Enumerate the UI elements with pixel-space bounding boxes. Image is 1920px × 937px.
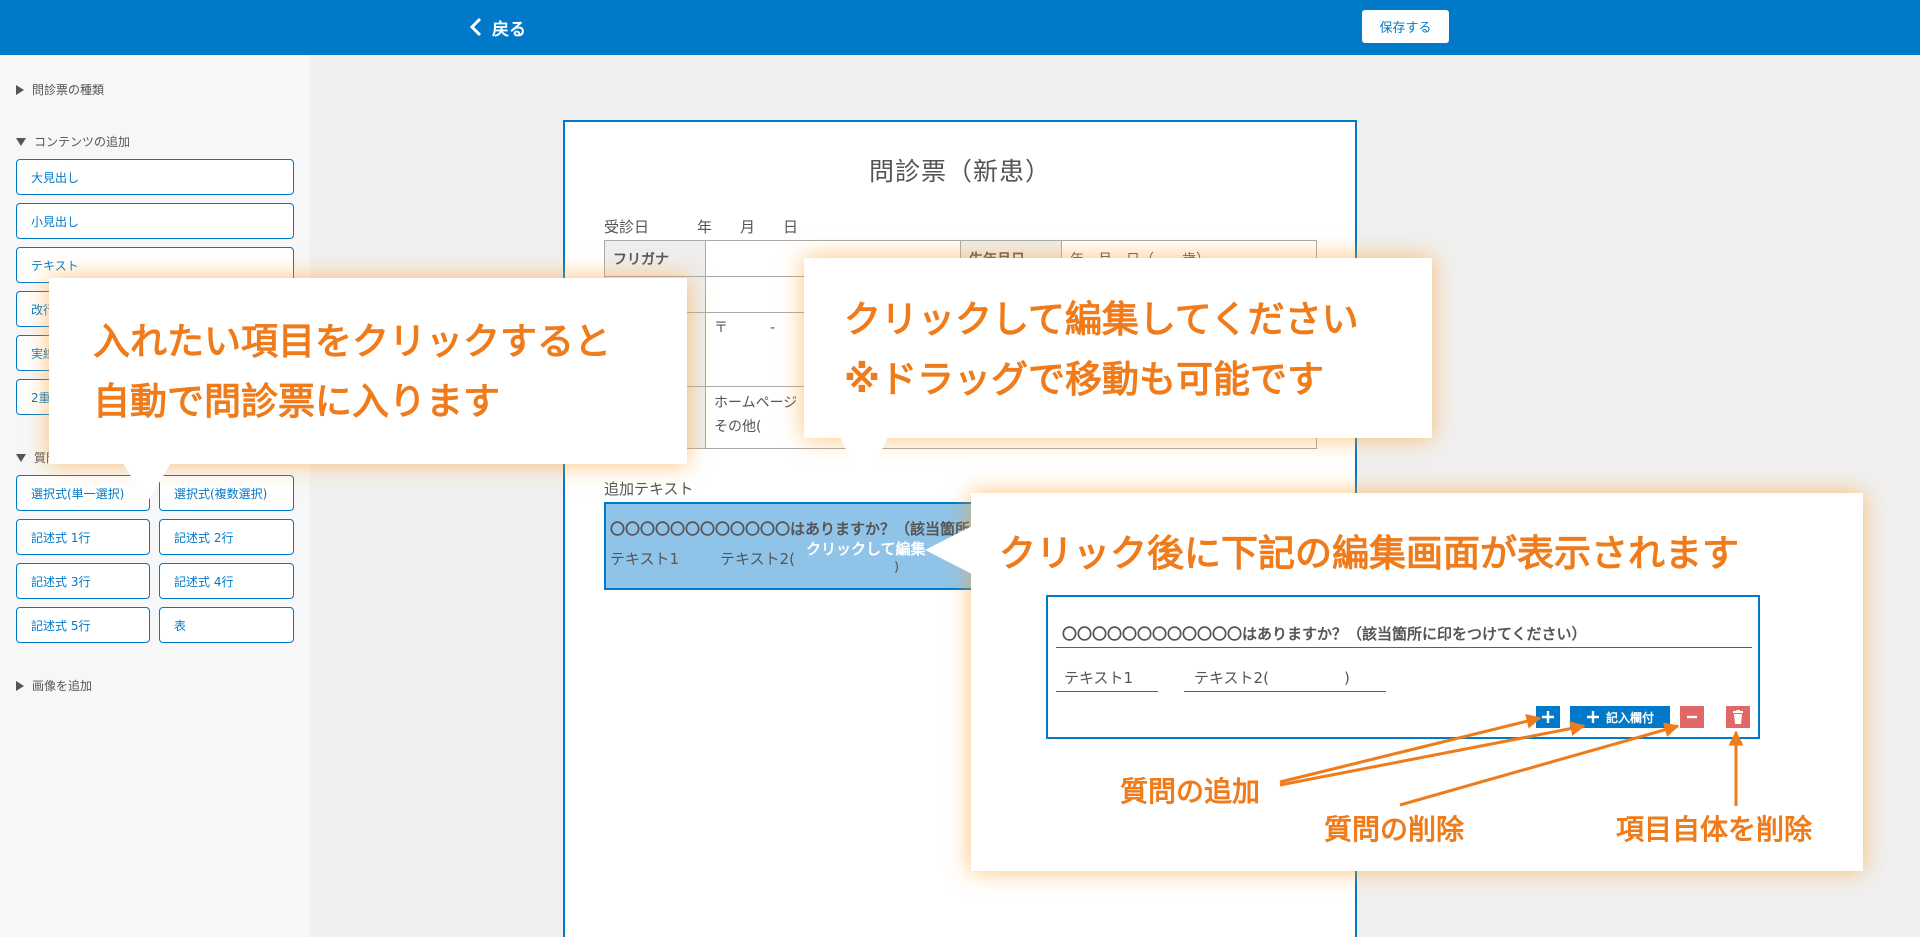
annotation-delete-item: 項目自体を削除 bbox=[1616, 813, 1813, 846]
edit-preview-panel: 〇〇〇〇〇〇〇〇〇〇〇〇はありますか？（該当箇所に印をつけてください） テキスト… bbox=[1046, 595, 1760, 739]
annotation-add-question: 質問の追加 bbox=[1120, 775, 1261, 808]
annotation-delete-question: 質問の削除 bbox=[1324, 813, 1465, 846]
callout-insert-items: 入れたい項目をクリックすると 自動で問診票に入ります bbox=[49, 278, 687, 464]
section-add-contents[interactable]: コンテンツの追加 bbox=[16, 133, 130, 150]
section-label: 問診票の種類 bbox=[32, 83, 105, 97]
minus-icon bbox=[1687, 715, 1697, 719]
triangle-right-icon bbox=[16, 680, 24, 691]
close-paren: ) bbox=[894, 560, 900, 575]
callout-line: 入れたい項目をクリックすると bbox=[93, 320, 611, 363]
triangle-right-icon bbox=[16, 84, 24, 95]
delete-item-button[interactable] bbox=[1726, 706, 1750, 728]
add-text-2-line-button[interactable]: 記述式 2行 bbox=[159, 519, 294, 555]
add-text-5-line-button[interactable]: 記述式 5行 bbox=[16, 607, 150, 643]
added-text-label[interactable]: 追加テキスト bbox=[604, 478, 694, 499]
callout-line: ※ドラッグで移動も可能です bbox=[844, 358, 1324, 401]
callout-tail bbox=[123, 463, 171, 503]
top-header: 戻る 保存する bbox=[0, 0, 1920, 55]
reception-label: 受診日 bbox=[604, 218, 650, 236]
drag-ghost-text: クリックして編集 bbox=[806, 540, 926, 558]
section-label: コンテンツの追加 bbox=[34, 135, 131, 149]
add-table-button[interactable]: 表 bbox=[159, 607, 294, 643]
callout-line: 自動で問診票に入ります bbox=[93, 380, 500, 423]
year-label: 年 bbox=[697, 218, 713, 236]
add-text-4-line-button[interactable]: 記述式 4行 bbox=[159, 563, 294, 599]
option-1: テキスト1 bbox=[610, 550, 680, 568]
add-text-3-line-button[interactable]: 記述式 3行 bbox=[16, 563, 150, 599]
callout-click-edit: クリックして編集してください ※ドラッグで移動も可能です bbox=[804, 258, 1432, 438]
preview-question-field[interactable]: 〇〇〇〇〇〇〇〇〇〇〇〇はありますか？（該当箇所に印をつけてください） bbox=[1056, 623, 1752, 648]
preview-option-2-field[interactable]: テキスト2( ) bbox=[1184, 667, 1386, 692]
section-add-image[interactable]: 画像を追加 bbox=[16, 677, 92, 694]
section-label: 画像を追加 bbox=[32, 679, 93, 693]
add-small-heading-button[interactable]: 小見出し bbox=[16, 203, 294, 239]
trash-icon bbox=[1733, 710, 1743, 724]
triangle-down-icon bbox=[16, 453, 26, 462]
add-multi-choice-button[interactable]: 選択式(複数選択) bbox=[159, 475, 294, 511]
callout-tail bbox=[925, 526, 972, 574]
furigana-cell: フリガナ bbox=[604, 240, 706, 277]
plus-icon bbox=[1586, 711, 1599, 723]
callout-line: クリックして編集してください bbox=[844, 298, 1359, 341]
add-question-button[interactable] bbox=[1536, 706, 1560, 728]
add-text-1-line-button[interactable]: 記述式 1行 bbox=[16, 519, 150, 555]
chevron-left-icon bbox=[470, 17, 482, 37]
form-title[interactable]: 問診票（新患） bbox=[565, 152, 1355, 188]
preview-option-1-field[interactable]: テキスト1 bbox=[1056, 667, 1158, 692]
reception-date-row[interactable]: 受診日 年 月 日 bbox=[604, 216, 826, 237]
save-button[interactable]: 保存する bbox=[1362, 10, 1449, 43]
triangle-down-icon bbox=[16, 137, 26, 146]
add-large-heading-button[interactable]: 大見出し bbox=[16, 159, 294, 195]
add-question-with-field-button[interactable]: 記入欄付 bbox=[1570, 706, 1670, 728]
callout-tail bbox=[840, 437, 888, 487]
callout-line: クリック後に下記の編集画面が表示されます bbox=[999, 532, 1739, 575]
add-field-label: 記入欄付 bbox=[1605, 710, 1654, 725]
option-2: テキスト2( bbox=[720, 550, 795, 568]
back-button[interactable]: 戻る bbox=[470, 14, 526, 40]
plus-icon bbox=[1542, 711, 1554, 723]
back-label: 戻る bbox=[492, 19, 526, 40]
month-label: 月 bbox=[740, 218, 756, 236]
day-label: 日 bbox=[783, 218, 799, 236]
section-form-types[interactable]: 問診票の種類 bbox=[16, 81, 104, 98]
delete-question-button[interactable] bbox=[1680, 706, 1704, 728]
